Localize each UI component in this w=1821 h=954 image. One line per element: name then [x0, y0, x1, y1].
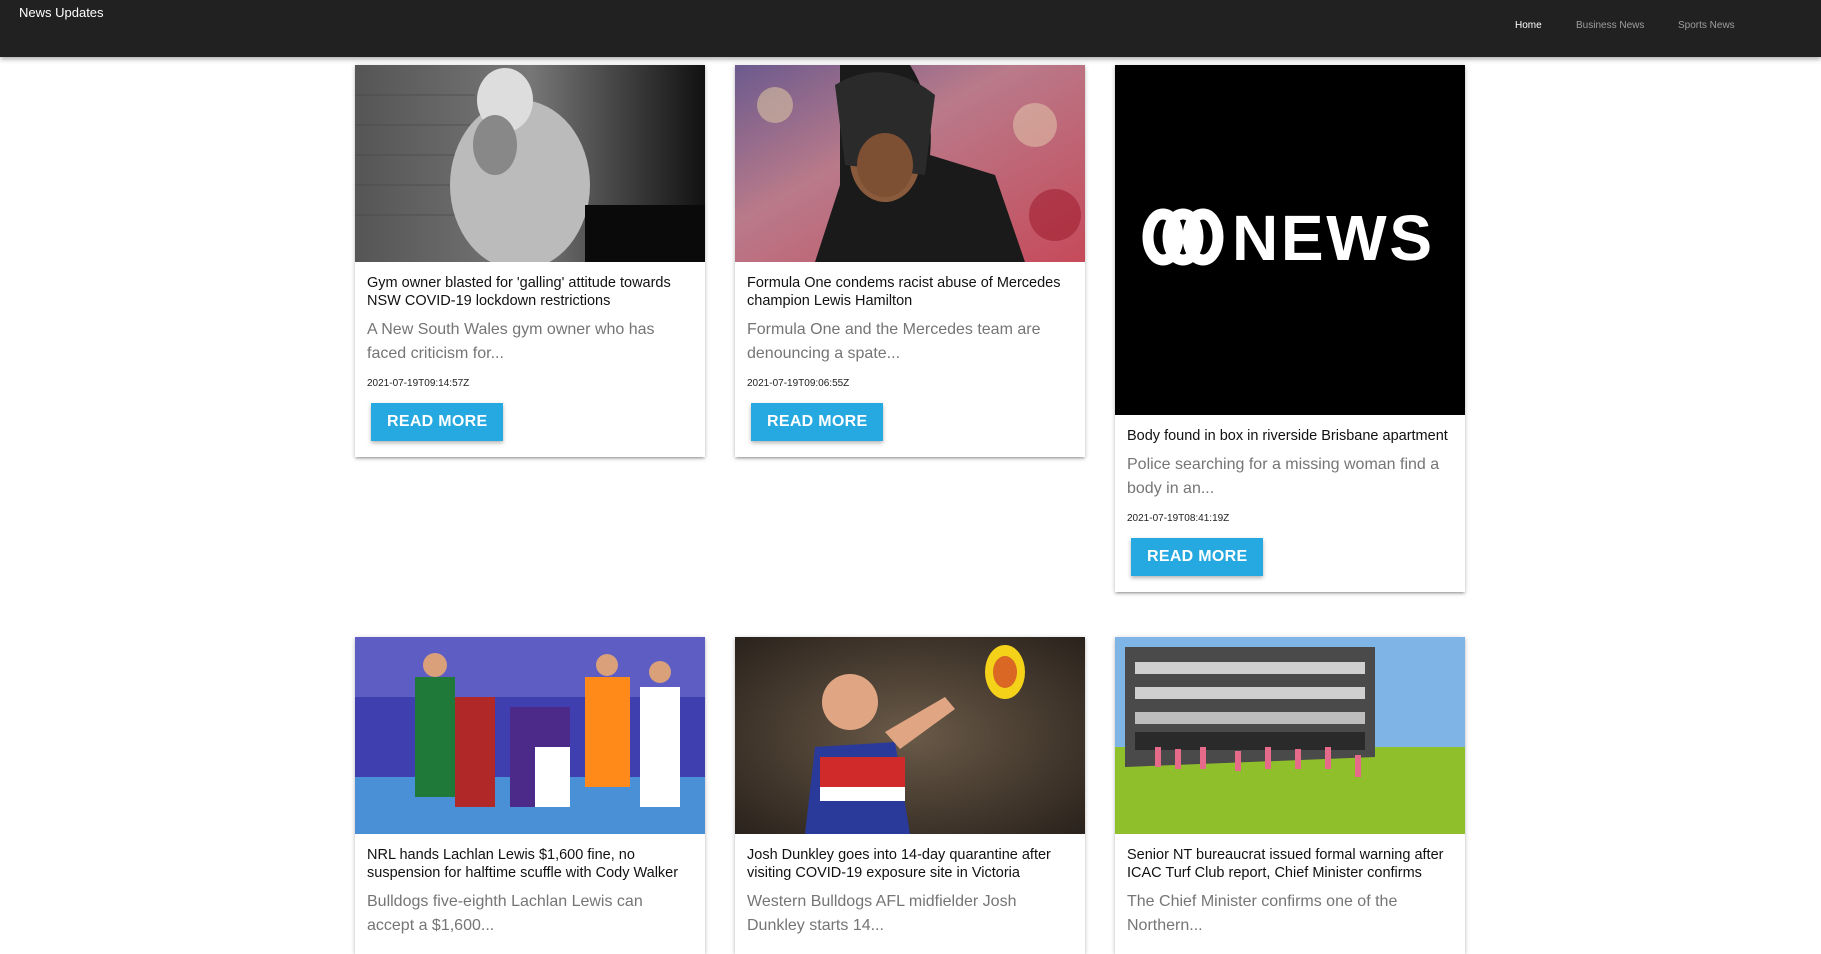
nav-home-link[interactable]: Home	[1515, 20, 1542, 31]
read-more-button[interactable]: READ MORE	[371, 403, 504, 441]
card-content: NRL hands Lachlan Lewis $1,600 fine, no …	[355, 834, 705, 954]
news-image-lewis-hamilton	[735, 65, 1085, 262]
card-date: 2021-07-19T09:06:55Z	[747, 378, 850, 389]
card-description: Formula One and the Mercedes team are de…	[747, 321, 1041, 362]
card-title: Body found in box in riverside Brisbane …	[1127, 428, 1448, 444]
card-title: Gym owner blasted for 'galling' attitude…	[367, 275, 671, 309]
abc-news-logo-text: NEWS	[1232, 202, 1432, 274]
card-content: Body found in box in riverside Brisbane …	[1115, 415, 1465, 592]
card-content: Formula One condems racist abuse of Merc…	[735, 262, 1085, 457]
news-card: Senior NT bureaucrat issued formal warni…	[1115, 637, 1465, 954]
card-description: Western Bulldogs AFL midfielder Josh Dun…	[747, 893, 1017, 934]
card-date: 2021-07-19T08:41:19Z	[1127, 513, 1230, 524]
card-title: Josh Dunkley goes into 14-day quarantine…	[747, 847, 1051, 881]
news-card: Formula One condems racist abuse of Merc…	[735, 65, 1085, 457]
news-card: Gym owner blasted for 'galling' attitude…	[355, 65, 705, 457]
read-more-button[interactable]: READ MORE	[1131, 538, 1264, 576]
card-content: Josh Dunkley goes into 14-day quarantine…	[735, 834, 1085, 954]
nav-sports-news-link[interactable]: Sports News	[1678, 20, 1735, 31]
news-image-nrl-scuffle	[355, 637, 705, 834]
news-card: NRL hands Lachlan Lewis $1,600 fine, no …	[355, 637, 705, 954]
card-description: Police searching for a missing woman fin…	[1127, 456, 1440, 497]
card-content: Gym owner blasted for 'galling' attitude…	[355, 262, 705, 457]
card-description: A New South Wales gym owner who has face…	[367, 321, 655, 362]
news-image-turf-club	[1115, 637, 1465, 834]
card-description: The Chief Minister confirms one of the N…	[1127, 893, 1398, 934]
brand-logo-link[interactable]: News Updates	[19, 5, 104, 20]
nav-business-news-link[interactable]: Business News	[1576, 20, 1644, 31]
read-more-button[interactable]: READ MORE	[751, 403, 884, 441]
card-title: Senior NT bureaucrat issued formal warni…	[1127, 847, 1444, 881]
card-title: Formula One condems racist abuse of Merc…	[747, 275, 1061, 309]
abc-news-logo-image: NEWS	[1115, 65, 1465, 415]
news-image-josh-dunkley	[735, 637, 1085, 834]
card-title: NRL hands Lachlan Lewis $1,600 fine, no …	[367, 847, 679, 881]
news-image-gym-owner	[355, 65, 705, 262]
news-card: Josh Dunkley goes into 14-day quarantine…	[735, 637, 1085, 954]
card-description: Bulldogs five-eighth Lachlan Lewis can a…	[367, 893, 643, 934]
news-card: NEWS Body found in box in riverside Bris…	[1115, 65, 1465, 592]
card-date: 2021-07-19T09:14:57Z	[367, 378, 470, 389]
card-content: Senior NT bureaucrat issued formal warni…	[1115, 834, 1465, 954]
top-navbar: News Updates Home Business News Sports N…	[0, 0, 1821, 57]
